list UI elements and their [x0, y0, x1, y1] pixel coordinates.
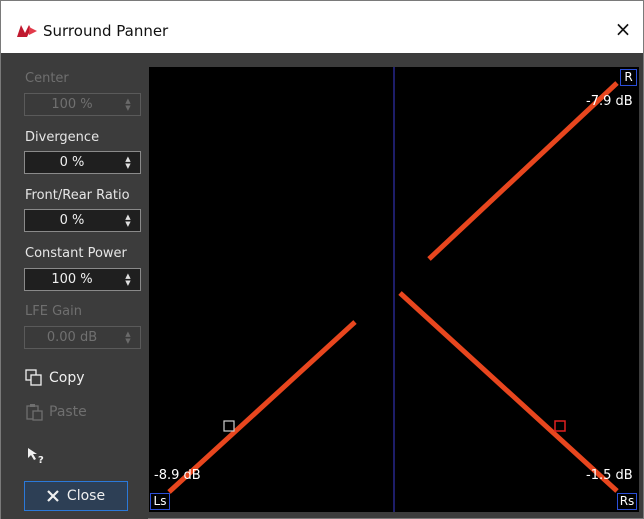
spin-arrows-icon: ▲ ▼: [125, 97, 131, 112]
center-spinbox[interactable]: 100 % ▲ ▼: [24, 93, 141, 116]
speaker-ls-level: -8.9 dB: [154, 468, 201, 483]
panner-display[interactable]: R -7.9 dB -8.9 dB Ls -1.5 dB Rs: [149, 67, 639, 512]
paste-button[interactable]: Paste: [25, 399, 87, 425]
speaker-r-level: -7.9 dB: [586, 94, 633, 109]
divergence-value: 0 %: [59, 155, 85, 170]
right-source-handle[interactable]: [554, 420, 566, 432]
close-label: Close: [66, 488, 106, 504]
center-label: Center: [25, 71, 69, 86]
close-window-icon[interactable]: ×: [611, 17, 635, 41]
lfe-gain-label: LFE Gain: [25, 304, 82, 319]
divergence-spinbox[interactable]: 0 % ▲ ▼: [24, 151, 141, 174]
spin-arrows-icon[interactable]: ▲ ▼: [124, 156, 132, 170]
lfe-gain-value: 0.00 dB: [46, 330, 98, 345]
close-icon: [47, 490, 59, 502]
copy-label: Copy: [49, 370, 85, 386]
paste-icon: [26, 404, 43, 421]
title-bar: Surround Panner ×: [1, 1, 643, 53]
spin-arrows-icon[interactable]: ▲ ▼: [124, 273, 132, 287]
context-help-icon[interactable]: ?: [25, 445, 47, 467]
speaker-rs-badge[interactable]: Rs: [617, 493, 637, 510]
svg-text:?: ?: [38, 455, 44, 466]
speaker-rs-level: -1.5 dB: [586, 468, 633, 483]
constant-power-label: Constant Power: [25, 246, 127, 261]
speaker-ls-badge[interactable]: Ls: [150, 493, 170, 510]
panner-canvas[interactable]: [149, 67, 639, 512]
left-source-handle[interactable]: [223, 420, 235, 432]
left-surround-vector: [167, 320, 357, 494]
window-title: Surround Panner: [43, 22, 169, 40]
app-logo-icon: [17, 25, 37, 37]
front-rear-value: 0 %: [59, 213, 85, 228]
constant-power-value: 100 %: [51, 272, 93, 287]
center-value: 100 %: [51, 97, 93, 112]
surround-panner-window: Surround Panner × Center 100 % ▲ ▼ Diverg…: [0, 0, 644, 519]
lfe-gain-spinbox[interactable]: 0.00 dB ▲ ▼: [24, 326, 141, 349]
front-rear-spinbox[interactable]: 0 % ▲ ▼: [24, 209, 141, 232]
front-right-vector: [427, 81, 619, 261]
front-rear-label: Front/Rear Ratio: [25, 188, 130, 203]
right-surround-vector: [398, 291, 619, 493]
constant-power-spinbox[interactable]: 100 % ▲ ▼: [24, 268, 141, 291]
close-button[interactable]: Close: [24, 481, 128, 511]
copy-icon: [25, 369, 42, 386]
spin-arrows-icon: ▲ ▼: [125, 330, 131, 345]
controls-panel: Center 100 % ▲ ▼ Divergence 0 % ▲ ▼ Front/…: [1, 53, 148, 519]
speaker-r-badge[interactable]: R: [620, 69, 637, 86]
divergence-label: Divergence: [25, 130, 100, 145]
paste-label: Paste: [49, 404, 87, 420]
spin-arrows-icon[interactable]: ▲ ▼: [124, 214, 132, 228]
copy-button[interactable]: Copy: [25, 365, 85, 391]
